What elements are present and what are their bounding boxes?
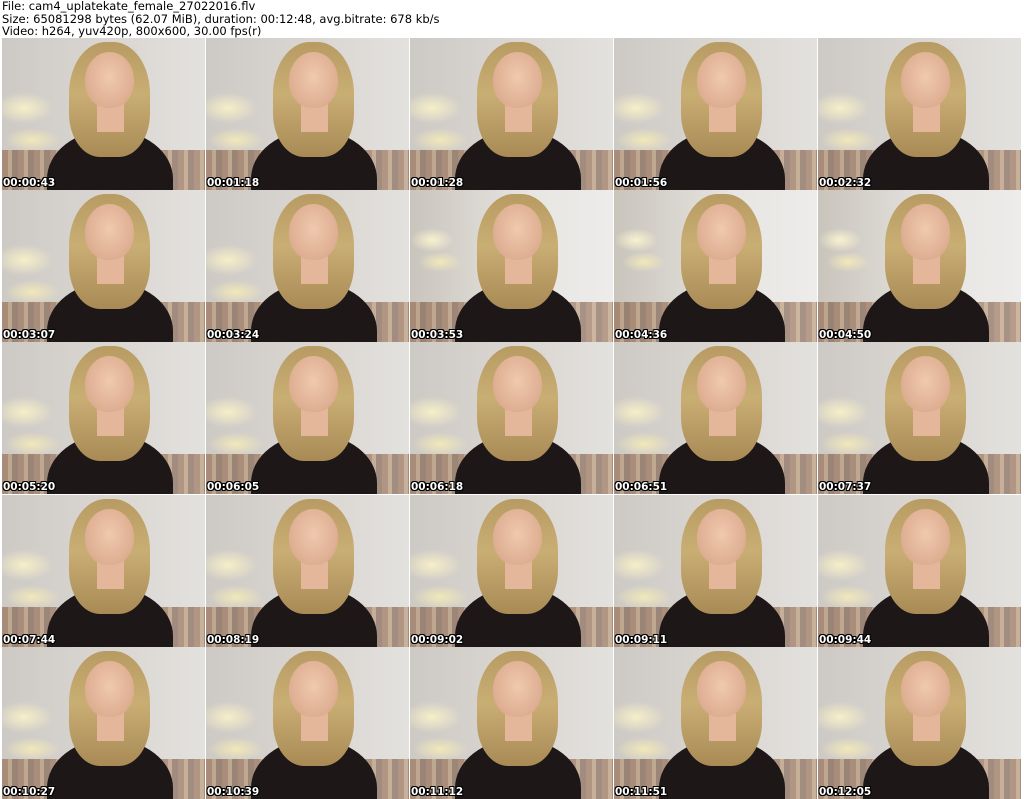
thumbnail-face bbox=[85, 356, 134, 413]
thumbnail-face bbox=[493, 204, 542, 261]
thumbnail-face bbox=[289, 204, 338, 261]
video-thumbnail: 00:11:12 bbox=[410, 646, 614, 799]
thumbnail-timestamp: 00:02:32 bbox=[819, 177, 872, 189]
thumbnail-face bbox=[289, 660, 338, 717]
video-thumbnail: 00:04:50 bbox=[818, 190, 1022, 343]
thumbnail-timestamp: 00:06:05 bbox=[207, 481, 260, 494]
thumbnail-face bbox=[85, 204, 134, 261]
thumbnail-face bbox=[697, 660, 746, 717]
thumbnail-timestamp: 00:07:37 bbox=[819, 481, 872, 494]
thumbnail-timestamp: 00:06:51 bbox=[615, 481, 668, 494]
thumbnail-face bbox=[901, 508, 950, 565]
thumbnail-timestamp: 00:07:44 bbox=[3, 633, 56, 646]
thumbnail-face bbox=[697, 204, 746, 261]
thumbnail-face bbox=[493, 356, 542, 413]
thumbnail-timestamp: 00:06:18 bbox=[411, 481, 464, 494]
thumbnail-timestamp: 00:12:05 bbox=[819, 785, 872, 798]
thumbnail-timestamp: 00:04:36 bbox=[615, 329, 668, 342]
thumbnail-timestamp: 00:01:28 bbox=[411, 177, 464, 189]
thumbnail-timestamp: 00:03:07 bbox=[3, 329, 56, 342]
thumbnail-timestamp: 00:09:44 bbox=[819, 633, 872, 646]
video-thumbnail: 00:06:18 bbox=[410, 342, 614, 495]
thumbnail-timestamp: 00:01:56 bbox=[615, 177, 668, 189]
thumbnail-timestamp: 00:00:43 bbox=[3, 177, 56, 189]
thumbnail-face bbox=[901, 204, 950, 261]
thumbnail-face bbox=[493, 52, 542, 108]
file-name-line: File: cam4_uplatekate_female_27022016.fl… bbox=[2, 0, 256, 13]
thumbnail-grid: 00:00:43 00:01:18 00:01:28 00:01:56 00:02:32… bbox=[2, 38, 1022, 799]
thumbnail-face bbox=[85, 52, 134, 108]
video-thumbnail: 00:05:20 bbox=[2, 342, 206, 495]
video-thumbnail: 00:03:24 bbox=[206, 190, 410, 343]
thumbnail-face bbox=[493, 660, 542, 717]
thumbnail-timestamp: 00:04:50 bbox=[819, 329, 872, 342]
video-thumbnail: 00:11:51 bbox=[614, 646, 818, 799]
video-thumbnail: 00:09:44 bbox=[818, 494, 1022, 647]
video-thumbnail: 00:01:56 bbox=[614, 38, 818, 190]
thumbnail-timestamp: 00:09:02 bbox=[411, 633, 464, 646]
thumbnail-timestamp: 00:09:11 bbox=[615, 633, 668, 646]
thumbnail-timestamp: 00:10:39 bbox=[207, 785, 260, 798]
thumbnail-timestamp: 00:03:53 bbox=[411, 329, 464, 342]
video-thumbnail: 00:06:51 bbox=[614, 342, 818, 495]
video-info-line: Video: h264, yuv420p, 800x600, 30.00 fps… bbox=[2, 24, 262, 38]
thumbnail-face bbox=[901, 52, 950, 108]
thumbnail-face bbox=[85, 660, 134, 717]
video-thumbnail: 00:06:05 bbox=[206, 342, 410, 495]
thumbnail-timestamp: 00:11:51 bbox=[615, 785, 668, 798]
video-thumbnail: 00:07:37 bbox=[818, 342, 1022, 495]
video-thumbnail: 00:04:36 bbox=[614, 190, 818, 343]
video-thumbnail: 00:09:11 bbox=[614, 494, 818, 647]
thumbnail-timestamp: 00:05:20 bbox=[3, 481, 56, 494]
thumbnail-face bbox=[697, 52, 746, 108]
video-thumbnail: 00:03:53 bbox=[410, 190, 614, 343]
video-thumbnail: 00:01:28 bbox=[410, 38, 614, 190]
video-thumbnail: 00:00:43 bbox=[2, 38, 206, 190]
thumbnail-face bbox=[493, 508, 542, 565]
thumbnail-face bbox=[697, 356, 746, 413]
thumbnail-face bbox=[289, 356, 338, 413]
video-thumbnail: 00:02:32 bbox=[818, 38, 1022, 190]
thumbnail-face bbox=[697, 508, 746, 565]
video-thumbnail: 00:07:44 bbox=[2, 494, 206, 647]
video-thumbnail: 00:03:07 bbox=[2, 190, 206, 343]
thumbnail-timestamp: 00:01:18 bbox=[207, 177, 260, 189]
video-thumbnail: 00:08:19 bbox=[206, 494, 410, 647]
video-thumbnail: 00:01:18 bbox=[206, 38, 410, 190]
thumbnail-face bbox=[289, 52, 338, 108]
thumbnail-face bbox=[85, 508, 134, 565]
thumbnail-face bbox=[901, 356, 950, 413]
file-info-header: File: cam4_uplatekate_female_27022016.fl… bbox=[2, 0, 440, 38]
video-thumbnail: 00:12:05 bbox=[818, 646, 1022, 799]
thumbnail-timestamp: 00:11:12 bbox=[411, 785, 464, 798]
thumbnail-timestamp: 00:03:24 bbox=[207, 329, 260, 342]
thumbnail-timestamp: 00:08:19 bbox=[207, 633, 260, 646]
video-thumbnail: 00:09:02 bbox=[410, 494, 614, 647]
thumbnail-face bbox=[289, 508, 338, 565]
video-thumbnail: 00:10:39 bbox=[206, 646, 410, 799]
video-thumbnail: 00:10:27 bbox=[2, 646, 206, 799]
thumbnail-timestamp: 00:10:27 bbox=[3, 785, 56, 798]
thumbnail-face bbox=[901, 660, 950, 717]
